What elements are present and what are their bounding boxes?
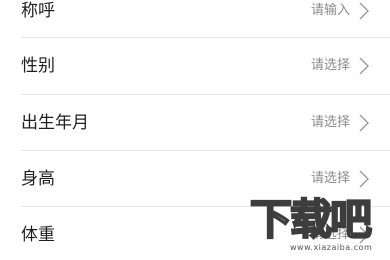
divider [21,206,390,207]
form-row-height[interactable]: 身高 请选择 [0,160,390,198]
row-value: 请选择 [310,115,350,130]
form-row-birthdate[interactable]: 出生年月 请选择 [0,104,390,142]
divider [21,94,390,95]
chevron-right-icon [359,2,369,20]
row-label: 出生年月 [21,113,89,133]
row-label: 称呼 [21,1,55,21]
chevron-right-icon [359,226,369,244]
chevron-right-icon [359,114,369,132]
row-value: 请输入 [310,3,350,18]
divider [21,37,390,38]
form-row-gender[interactable]: 性别 请选择 [0,47,390,85]
form-row-weight[interactable]: 体重 请选择 [0,216,390,254]
divider [21,150,390,151]
row-label: 性别 [21,56,55,76]
chevron-right-icon [359,170,369,188]
form-row-nickname[interactable]: 称呼 请输入 [0,0,390,30]
row-label: 身高 [21,169,55,189]
row-value: 请选择 [310,171,350,186]
row-label: 体重 [21,225,55,245]
row-value: 请选择 [310,58,350,73]
chevron-right-icon [359,57,369,75]
row-value: 请选择 [310,227,350,242]
